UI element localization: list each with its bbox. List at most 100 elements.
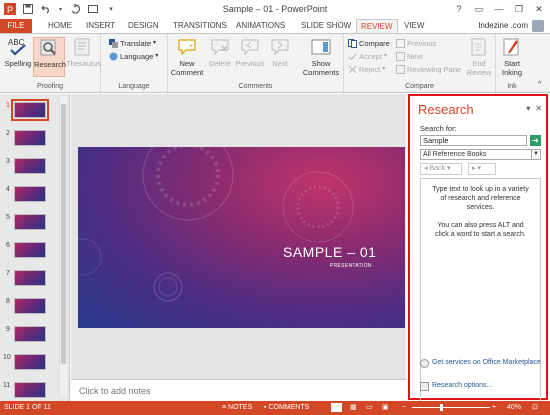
slide-thumbnail-10[interactable]: 10 xyxy=(3,354,54,370)
slide-thumbnail-image xyxy=(14,354,46,370)
tab-view[interactable]: VIEW xyxy=(400,19,428,33)
help-icon[interactable]: ? xyxy=(452,2,466,16)
get-services-link[interactable]: Get services on Office Marketplace xyxy=(420,359,541,368)
research-search-input[interactable]: Sample xyxy=(420,135,527,146)
spelling-button[interactable]: ABC Spelling xyxy=(2,37,34,68)
tab-design[interactable]: DESIGN xyxy=(124,19,163,33)
collapse-ribbon-icon[interactable]: ^ xyxy=(538,79,541,90)
zoom-slider[interactable] xyxy=(412,407,490,408)
previous-comment-icon xyxy=(239,37,261,57)
pane-options-icon[interactable]: ▾ xyxy=(526,104,530,113)
start-inking-button[interactable]: Start Inking xyxy=(496,37,528,77)
new-comment-button[interactable]: + New Comment xyxy=(170,37,204,77)
current-slide[interactable]: SAMPLE – 01 PRESENTATION xyxy=(78,147,405,328)
thumbnails-scrollbar[interactable] xyxy=(59,96,67,396)
language-group: Translate ▾ Language ▾ Language xyxy=(101,34,168,92)
zoom-out-icon[interactable]: − xyxy=(402,403,406,413)
slide-thumbnail-image xyxy=(14,270,46,286)
slide-subtitle[interactable]: PRESENTATION xyxy=(330,263,372,269)
delete-comment-button[interactable]: Delete xyxy=(204,37,236,68)
slide-number: 7 xyxy=(6,270,10,277)
start-inking-label-2: Inking xyxy=(501,68,522,77)
tab-animations[interactable]: ANIMATIONS xyxy=(232,19,289,33)
reviewing-pane-button[interactable]: Reviewing Pane xyxy=(396,64,461,75)
research-button[interactable]: Research xyxy=(33,37,66,77)
slide-thumbnail-5[interactable]: 5 xyxy=(6,214,54,230)
slide-thumbnail-image xyxy=(14,382,46,398)
zoom-in-icon[interactable]: + xyxy=(492,403,496,413)
tab-file[interactable]: FILE xyxy=(0,19,32,33)
thesaurus-button[interactable]: Thesaurus xyxy=(66,37,101,68)
ink-group: Start Inking Ink xyxy=(496,34,528,92)
tab-home[interactable]: HOME xyxy=(44,19,76,33)
reference-select[interactable]: All Reference Books ▼ xyxy=(420,149,541,160)
slide-thumbnail-4[interactable]: 4 xyxy=(6,186,54,202)
reading-view-icon[interactable]: ▭ xyxy=(366,403,373,413)
tab-insert[interactable]: INSERT xyxy=(82,19,119,33)
compare-button[interactable]: Compare xyxy=(348,38,390,49)
comments-group: + New Comment Delete Previous Next Show … xyxy=(168,34,344,92)
zoom-slider-thumb[interactable] xyxy=(440,404,443,411)
ribbon-display-icon[interactable]: ▭ xyxy=(472,2,486,16)
slide-thumbnail-9[interactable]: 9 xyxy=(6,326,54,342)
close-pane-icon[interactable]: ✕ xyxy=(535,104,542,113)
compare-group: Compare Accept ▾ Reject ▾ Previous Next Re… xyxy=(344,34,496,92)
delete-label: Delete xyxy=(209,59,231,68)
get-services-label: Get services on Office Marketplace xyxy=(432,359,541,366)
slide-thumbnail-7[interactable]: 7 xyxy=(6,270,54,286)
office-marketplace-icon xyxy=(420,359,429,368)
slide-title[interactable]: SAMPLE – 01 xyxy=(283,244,376,260)
reject-button[interactable]: Reject ▾ xyxy=(348,64,385,75)
notes-pane[interactable]: Click to add notes xyxy=(71,379,406,401)
minimize-icon[interactable]: — xyxy=(492,2,506,16)
slide-thumbnail-11[interactable]: 11 xyxy=(3,382,54,398)
zoom-level[interactable]: 40% xyxy=(507,403,521,413)
compare-next-button[interactable]: Next xyxy=(396,51,422,62)
spelling-icon: ABC xyxy=(7,37,29,57)
end-review-label-2: Review xyxy=(466,68,492,77)
proofing-group-label: Proofing xyxy=(36,83,64,90)
accept-button[interactable]: Accept ▾ xyxy=(348,51,387,62)
close-icon[interactable]: ✕ xyxy=(532,2,546,16)
translate-button[interactable]: Translate ▾ xyxy=(109,38,156,49)
next-label: Next xyxy=(272,59,288,68)
notes-placeholder: Click to add notes xyxy=(79,386,151,396)
avatar[interactable] xyxy=(532,20,544,32)
compare-previous-button[interactable]: Previous xyxy=(396,38,436,49)
slide-thumbnail-image xyxy=(14,326,46,342)
previous-label: Previous xyxy=(235,59,265,68)
chevron-down-icon[interactable]: ▼ xyxy=(531,150,540,159)
research-options-link[interactable]: Research options... xyxy=(420,382,492,391)
slide-sorter-icon[interactable]: ▦ xyxy=(350,403,357,413)
slide-thumbnail-2[interactable]: 2 xyxy=(6,130,54,146)
slide-thumbnail-image xyxy=(14,298,46,314)
start-search-icon[interactable]: ➜ xyxy=(530,135,541,146)
restore-icon[interactable]: ❐ xyxy=(512,2,526,16)
normal-view-icon[interactable] xyxy=(331,403,342,412)
slide-thumbnail-6[interactable]: 6 xyxy=(6,242,54,258)
fit-to-window-icon[interactable]: ⊡ xyxy=(532,403,538,413)
previous-comment-button[interactable]: Previous xyxy=(234,37,266,68)
slide-thumbnail-3[interactable]: 3 xyxy=(6,158,54,174)
previous-change-icon xyxy=(396,39,405,48)
language-button[interactable]: Language ▾ xyxy=(109,51,158,62)
pen-icon xyxy=(501,37,523,57)
back-button[interactable]: ◂ Back ▾ xyxy=(420,163,462,175)
forward-button[interactable]: ▸ ▾ xyxy=(468,163,496,175)
next-comment-icon xyxy=(269,37,291,57)
tab-review[interactable]: REVIEW xyxy=(356,19,398,33)
tab-transitions[interactable]: TRANSITIONS xyxy=(169,19,231,33)
show-comments-button[interactable]: Show Comments xyxy=(302,37,340,77)
next-comment-button[interactable]: Next xyxy=(264,37,296,68)
slide-thumbnail-1[interactable]: 1 xyxy=(6,99,54,121)
tab-slide-show[interactable]: SLIDE SHOW xyxy=(297,19,355,33)
slide-show-icon[interactable]: ▣ xyxy=(382,403,389,413)
comments-button[interactable]: ▪ COMMENTS xyxy=(264,403,309,413)
notes-button[interactable]: ≡ NOTES xyxy=(222,403,252,413)
end-review-button[interactable]: End Review xyxy=(464,37,494,77)
user-name[interactable]: Indezine .com xyxy=(478,20,528,32)
slide-thumbnail-image xyxy=(14,242,46,258)
slide-thumbnail-8[interactable]: 8 xyxy=(6,298,54,314)
thumbnails-scroll-thumb[interactable] xyxy=(61,104,66,364)
translate-label: Translate xyxy=(120,39,151,48)
